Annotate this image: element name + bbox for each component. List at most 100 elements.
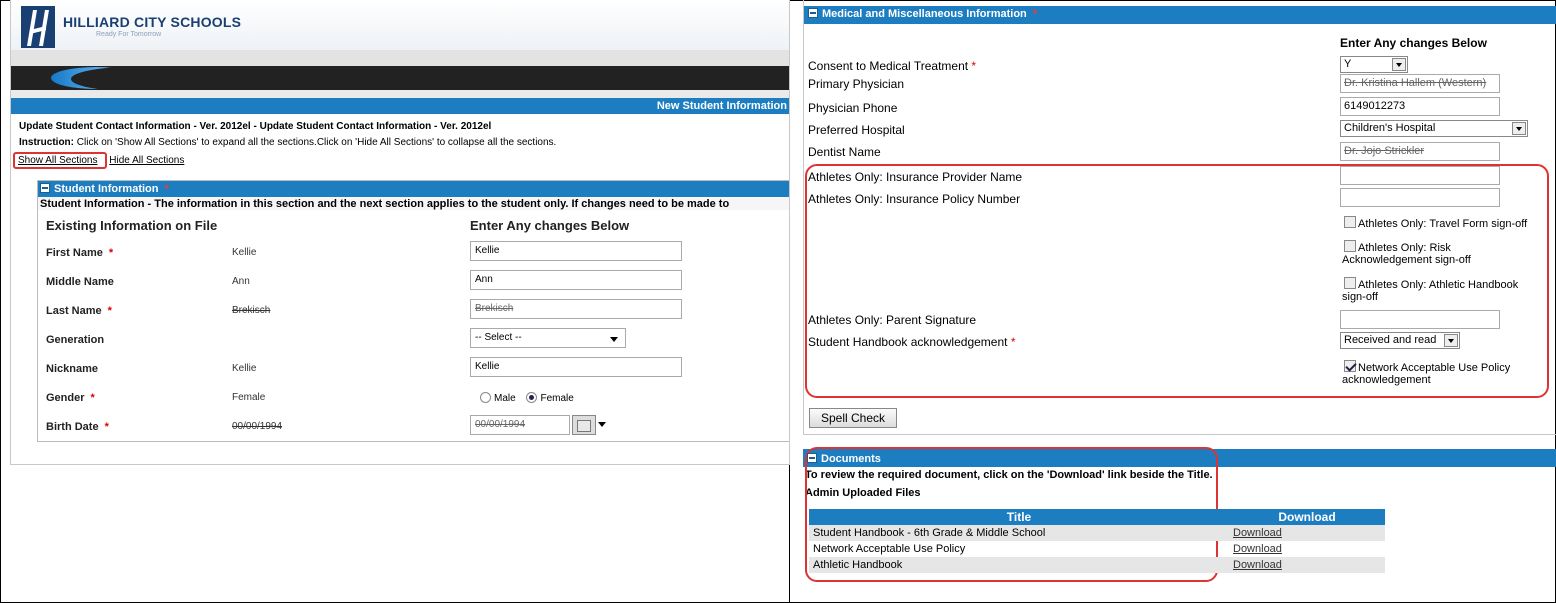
required-star: * <box>107 305 112 317</box>
existing-info-header: Existing Information on File <box>46 218 218 233</box>
generation-label: Generation <box>46 334 105 346</box>
athletic-handbook-label: Athletes Only: Athletic Handbook sign-of… <box>1342 279 1519 303</box>
birth-date-label: Birth Date <box>46 421 99 433</box>
changes-header: Enter Any changes Below <box>1340 36 1487 50</box>
documents-table: Title Download Student Handbook - 6th Gr… <box>809 509 1385 573</box>
required-star: * <box>1010 335 1016 349</box>
hospital-select[interactable]: Children's Hospital <box>1340 120 1528 137</box>
female-label: Female <box>540 393 574 404</box>
nickname-label: Nickname <box>46 363 98 375</box>
chevron-down-icon[interactable] <box>1392 58 1406 71</box>
table-header-row: Title Download <box>809 509 1385 525</box>
instruction-label: Instruction: <box>19 137 74 148</box>
field-label: Nickname <box>46 363 98 375</box>
collapse-toggle-icon[interactable] <box>808 8 818 18</box>
document-title: Athletic Handbook <box>809 557 1229 573</box>
field-label: First Name * <box>46 247 113 259</box>
student-section-description: Student Information - The information in… <box>38 197 789 210</box>
decorative-banner <box>11 66 789 90</box>
chevron-down-icon[interactable] <box>1512 122 1526 135</box>
instruction-text: Click on 'Show All Sections' to expand a… <box>74 137 557 148</box>
insurance-policy-input[interactable] <box>1340 188 1500 207</box>
school-tagline: Ready For Tomorrow <box>96 31 162 38</box>
physician-phone-label: Physician Phone <box>808 101 898 115</box>
title-column-header: Title <box>809 509 1229 525</box>
nickname-input[interactable]: Kellie <box>470 357 682 377</box>
physician-phone-input[interactable]: 6149012273 <box>1340 97 1500 116</box>
gender-existing: Female <box>232 392 266 403</box>
calendar-icon[interactable] <box>572 415 596 435</box>
student-handbook-value: Received and read <box>1344 334 1437 346</box>
spell-check-button[interactable]: Spell Check <box>809 408 897 428</box>
field-label: Gender * <box>46 392 95 404</box>
student-section-header[interactable]: Student Information * <box>38 181 789 197</box>
swoosh-mask <box>71 67 191 90</box>
school-logo-icon <box>21 6 55 48</box>
document-title: Network Acceptable Use Policy <box>813 543 966 555</box>
logo-bar: HILLIARD CITY SCHOOLS Ready For Tomorrow <box>11 0 789 50</box>
document-title: Student Handbook - 6th Grade & Middle Sc… <box>809 525 1229 541</box>
physician-input[interactable]: Dr. Kristina Hallem (Western) <box>1340 74 1500 93</box>
generation-select[interactable]: -- Select -- <box>470 328 626 348</box>
student-handbook-select[interactable]: Received and read <box>1340 332 1460 349</box>
column-headers: Existing Information on File Enter Any c… <box>38 210 789 238</box>
gray-strip <box>11 50 789 66</box>
download-cell: Download <box>1229 557 1385 573</box>
birth-date-input[interactable]: 00/00/1994 <box>470 415 570 435</box>
first-name-row: First Name * Kellie Kellie <box>38 238 789 267</box>
last-name-row: Last Name * Brekisch Brekisch <box>38 296 789 325</box>
documents-section: Documents To review the required documen… <box>803 447 1556 603</box>
required-star: * <box>108 247 114 259</box>
insurance-name-label: Athletes Only: Insurance Provider Name <box>808 170 1023 184</box>
consent-select[interactable]: Y <box>1340 56 1408 73</box>
table-row: Network Acceptable Use Policy Download <box>809 541 1385 557</box>
middle-name-row: Middle Name Ann Ann <box>38 267 789 296</box>
dentist-input[interactable]: Dr. Jojo Strickler <box>1340 142 1500 161</box>
nickname-row: Nickname Kellie Kellie <box>38 354 789 383</box>
download-link[interactable]: Download <box>1233 543 1282 555</box>
medical-section-header[interactable]: Medical and Miscellaneous Information * <box>804 6 1556 24</box>
parent-signature-label: Athletes Only: Parent Signature <box>808 313 977 327</box>
instruction: Instruction: Click on 'Show All Sections… <box>11 132 789 148</box>
gender-row: Gender * Female Male Female <box>38 383 789 412</box>
required-star: * <box>90 392 95 404</box>
insurance-name-input[interactable] <box>1340 166 1500 185</box>
collapse-toggle-icon[interactable] <box>807 453 817 463</box>
chevron-down-icon[interactable] <box>598 422 606 427</box>
middle-name-input[interactable]: Ann <box>470 270 682 290</box>
insurance-policy-label: Athletes Only: Insurance Policy Number <box>808 192 1021 206</box>
show-all-sections-link[interactable]: Show All Sections <box>18 155 98 166</box>
nickname-existing: Kellie <box>232 363 257 374</box>
hide-all-sections-link[interactable]: Hide All Sections <box>109 155 184 166</box>
required-star: * <box>104 421 109 433</box>
female-radio[interactable] <box>526 392 538 403</box>
field-label: Birth Date * <box>46 421 109 433</box>
parent-signature-input[interactable] <box>1340 310 1500 329</box>
show-all-highlight: Show All Sections <box>13 152 107 169</box>
consent-value: Y <box>1344 58 1352 70</box>
medical-panel: Medical and Miscellaneous Information * … <box>803 0 1556 435</box>
consent-label: Consent to Medical Treatment <box>808 59 969 73</box>
first-name-label: First Name <box>46 247 103 259</box>
student-information-section: Student Information * Student Informatio… <box>37 180 789 442</box>
gender-label: Gender <box>46 392 85 404</box>
field-label: Consent to Medical Treatment * <box>808 59 976 73</box>
collapse-toggle-icon[interactable] <box>40 183 50 193</box>
field-label: Student Handbook acknowledgement * <box>808 335 1016 349</box>
chevron-down-icon[interactable] <box>1444 334 1458 347</box>
last-name-input[interactable]: Brekisch <box>470 299 682 319</box>
first-name-existing: Kellie <box>232 247 257 258</box>
male-radio[interactable] <box>480 392 491 403</box>
last-name-label: Last Name <box>46 305 102 317</box>
male-label: Male <box>494 393 516 404</box>
required-star: * <box>971 59 977 73</box>
required-star: * <box>164 183 169 195</box>
field-label: Middle Name <box>46 276 114 288</box>
student-section-title: Student Information <box>54 183 159 195</box>
form-title: Update Student Contact Information - Ver… <box>19 121 492 132</box>
gender-radio-group: Male Female <box>480 392 582 404</box>
first-name-input[interactable]: Kellie <box>470 241 682 261</box>
download-link[interactable]: Download <box>1233 527 1282 539</box>
download-link[interactable]: Download <box>1233 559 1282 571</box>
download-cell: Download <box>1229 525 1385 541</box>
